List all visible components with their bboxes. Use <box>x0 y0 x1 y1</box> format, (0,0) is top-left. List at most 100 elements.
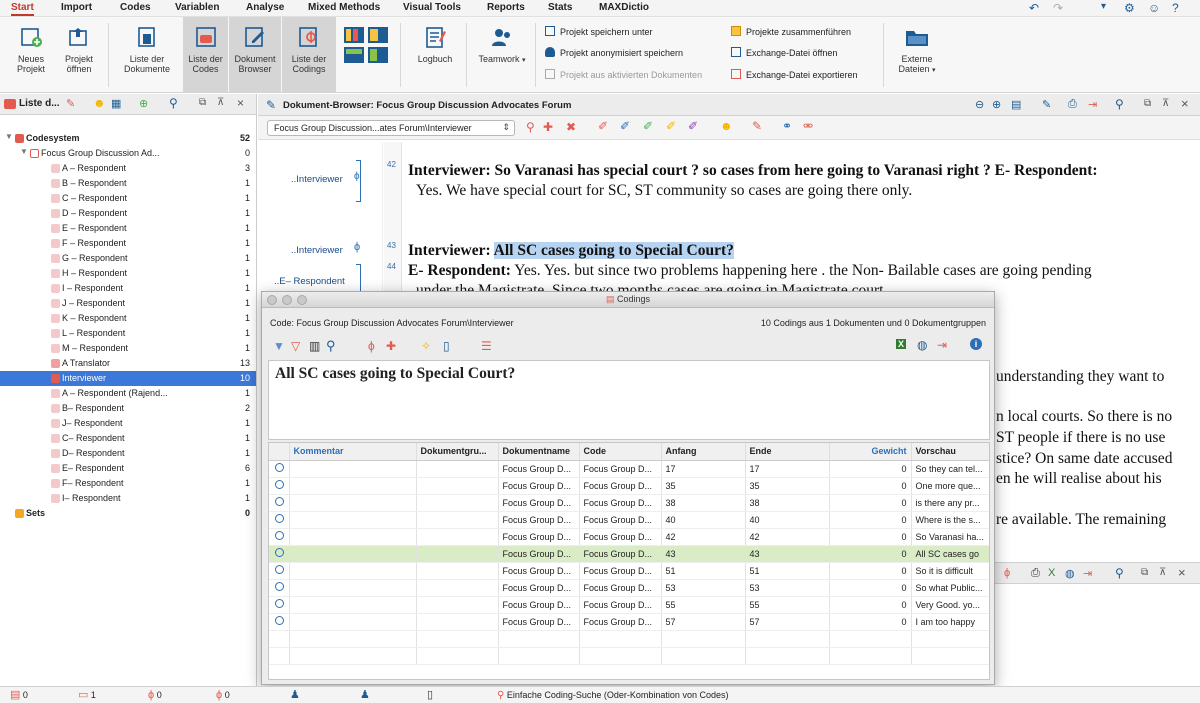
export-icon[interactable]: ⇥ <box>1088 98 1097 111</box>
code-icon[interactable]: ϕ <box>1004 567 1010 579</box>
new-project-button[interactable]: Neues Projekt <box>10 17 52 93</box>
grid-icon[interactable]: ▦ <box>111 97 121 110</box>
weight-cell[interactable]: 0 <box>829 511 912 529</box>
end-cell[interactable]: 38 <box>745 494 830 512</box>
preview-cell[interactable]: I am too happy <box>911 613 989 631</box>
weight-cell[interactable]: 0 <box>829 494 912 512</box>
highlighted-selection[interactable]: All SC cases going to Special Court? <box>493 242 734 259</box>
select-cell[interactable] <box>269 596 290 614</box>
external-files-button[interactable]: Externe Dateien ▾ <box>893 17 941 93</box>
menu-stats[interactable]: Stats <box>548 2 572 13</box>
table-row[interactable]: Focus Group D... Focus Group D... 51 51 0 So … <box>269 562 989 580</box>
document-group-cell[interactable] <box>416 545 499 563</box>
tree-code-item[interactable]: D – Respondent 1 <box>0 206 256 221</box>
row-radio-icon[interactable] <box>275 565 284 574</box>
smiley-icon[interactable]: ☻ <box>720 119 733 133</box>
start-cell[interactable]: 38 <box>661 494 746 512</box>
highlighter-purple-icon[interactable]: ✐ <box>688 119 698 133</box>
tree-code-item[interactable]: A Translator 13 <box>0 356 256 371</box>
comment-cell[interactable] <box>289 494 417 512</box>
zoom-in-icon[interactable]: ⊕ <box>992 98 1001 111</box>
select-cell[interactable] <box>269 562 290 580</box>
column-header-dokumentname[interactable]: Dokumentname <box>498 443 580 461</box>
edit-icon[interactable]: ✎ <box>1042 98 1051 111</box>
logbook-button[interactable]: Logbuch <box>412 17 458 93</box>
start-cell[interactable]: 35 <box>661 477 746 495</box>
table-row[interactable]: Focus Group D... Focus Group D... 35 35 0 One… <box>269 477 989 495</box>
close-icon[interactable]: × <box>1178 565 1186 580</box>
unlink-icon[interactable]: ⚮ <box>803 119 813 133</box>
weight-cell[interactable]: 0 <box>829 460 912 478</box>
column-header-anfang[interactable]: Anfang <box>661 443 746 461</box>
row-radio-icon[interactable] <box>275 599 284 608</box>
comment-cell[interactable] <box>289 545 417 563</box>
code-icon[interactable]: ϕ <box>368 339 375 353</box>
comment-cell[interactable] <box>289 562 417 580</box>
window-float-icon[interactable]: ⧉ <box>1144 98 1151 109</box>
row-radio-icon[interactable] <box>275 582 284 591</box>
project-from-activated-button[interactable]: Projekt aus aktivierten Dokumenten <box>545 69 702 80</box>
window-close-button[interactable] <box>267 295 277 305</box>
tree-root-sets[interactable]: Sets 0 <box>0 506 256 521</box>
search-icon[interactable]: ⚲ <box>169 96 178 110</box>
columns-icon[interactable]: ▥ <box>309 339 320 353</box>
code-cell[interactable]: Focus Group D... <box>579 613 662 631</box>
weight-cell[interactable]: 0 <box>829 562 912 580</box>
document-name-cell[interactable]: Focus Group D... <box>498 596 580 614</box>
weight-cell[interactable]: 0 <box>829 596 912 614</box>
table-row[interactable]: Focus Group D... Focus Group D... 55 55 0 Ver… <box>269 596 989 614</box>
tree-code-item[interactable]: D– Respondent 1 <box>0 446 256 461</box>
select-cell[interactable] <box>269 579 290 597</box>
end-cell[interactable]: 40 <box>745 511 830 529</box>
collapse-icon[interactable]: ⊼ <box>1162 98 1169 109</box>
status-document[interactable]: ▯ <box>427 690 433 701</box>
select-cell[interactable] <box>269 494 290 512</box>
comment-cell[interactable] <box>289 528 417 546</box>
window-zoom-button[interactable] <box>297 295 307 305</box>
tree-code-item[interactable]: J– Respondent 1 <box>0 416 256 431</box>
highlighter-red-icon[interactable]: ✐ <box>598 119 608 133</box>
select-cell[interactable] <box>269 460 290 478</box>
code-cell[interactable]: Focus Group D... <box>579 494 662 512</box>
weight-cell[interactable]: 0 <box>829 579 912 597</box>
tree-root-codesystem[interactable]: ▼ Codesystem 52 <box>0 131 256 146</box>
table-row[interactable]: Focus Group D... Focus Group D... 43 43 0 All… <box>269 545 989 563</box>
tree-code-item[interactable]: E – Respondent 1 <box>0 221 256 236</box>
memo-icon[interactable]: ☰ <box>481 339 492 353</box>
menu-analyse[interactable]: Analyse <box>246 2 284 13</box>
document-group-cell[interactable] <box>416 528 499 546</box>
end-cell[interactable]: 17 <box>745 460 830 478</box>
activate-icon[interactable]: ⊕ <box>139 97 148 110</box>
comment-cell[interactable] <box>289 511 417 529</box>
code-stripe-label[interactable]: ..E– Respondent <box>274 276 345 287</box>
tree-code-item[interactable]: C– Respondent 1 <box>0 431 256 446</box>
preview-cell[interactable]: Very Good. yo... <box>911 596 989 614</box>
smiley-icon[interactable]: ☻ <box>93 96 106 110</box>
tree-code-item[interactable]: G – Respondent 1 <box>0 251 256 266</box>
menu-start[interactable]: Start <box>11 2 34 16</box>
document-select[interactable]: Focus Group Discussion...ates Forum\Inte… <box>267 120 515 136</box>
document-group-cell[interactable] <box>416 494 499 512</box>
code-cell[interactable]: Focus Group D... <box>579 511 662 529</box>
code-stripe-label[interactable]: ..Interviewer <box>291 245 343 256</box>
start-cell[interactable]: 53 <box>661 579 746 597</box>
document-list-button[interactable]: Liste der Dokumente <box>124 17 170 93</box>
column-header-kommentar[interactable]: Kommentar <box>289 443 417 461</box>
tree-code-item[interactable]: A – Respondent (Rajend... 1 <box>0 386 256 401</box>
weight-cell[interactable]: 0 <box>829 613 912 631</box>
table-row[interactable]: Focus Group D... Focus Group D... 57 57 0 I a… <box>269 613 989 631</box>
chevron-down-icon[interactable]: ▾ <box>1101 1 1106 12</box>
globe-icon[interactable]: ◍ <box>917 338 927 352</box>
column-header-gewicht[interactable]: Gewicht <box>829 443 912 461</box>
document-name-cell[interactable]: Focus Group D... <box>498 613 580 631</box>
filter-icon[interactable]: ▼ <box>273 339 285 353</box>
preview-cell[interactable]: All SC cases go <box>911 545 989 563</box>
table-row[interactable]: Focus Group D... Focus Group D... 42 42 0 So … <box>269 528 989 546</box>
highlighter-blue-icon[interactable]: ✐ <box>620 119 630 133</box>
code-cell[interactable]: Focus Group D... <box>579 545 662 563</box>
document-browser-button[interactable]: Dokument Browser <box>229 17 281 93</box>
start-cell[interactable]: 42 <box>661 528 746 546</box>
document-name-cell[interactable]: Focus Group D... <box>498 511 580 529</box>
preview-cell[interactable]: So what Public... <box>911 579 989 597</box>
start-cell[interactable]: 51 <box>661 562 746 580</box>
